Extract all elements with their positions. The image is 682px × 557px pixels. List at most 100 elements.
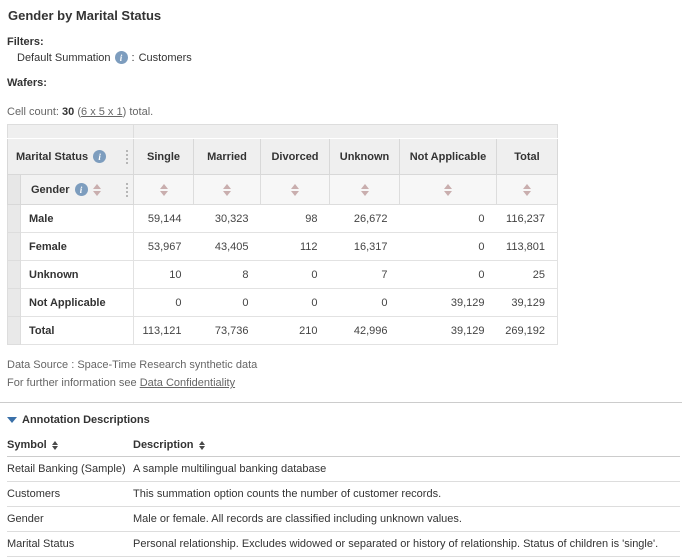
drag-handle-gender-icon[interactable] xyxy=(126,183,128,197)
data-cell: 73,736 xyxy=(194,317,261,345)
data-cell: 113,121 xyxy=(134,317,194,345)
row-gutter xyxy=(8,261,21,289)
column-header-row: Marital Status i SingleMarriedDivorcedUn… xyxy=(8,139,558,175)
annotation-symbol: Customers xyxy=(7,482,133,507)
table-row-female: Female53,96743,40511216,3170113,801 xyxy=(8,233,558,261)
info-icon-marital-status[interactable]: i xyxy=(93,150,106,163)
column-header-unknown[interactable]: Unknown xyxy=(330,139,400,175)
annotation-column-label-wrap: Description xyxy=(133,439,680,451)
annotations-table: SymbolDescription Retail Banking (Sample… xyxy=(7,435,680,557)
data-cell: 113,801 xyxy=(497,233,558,261)
column-header-total[interactable]: Total xyxy=(497,139,558,175)
info-icon-glyph: i xyxy=(120,53,123,63)
section-divider xyxy=(0,402,682,403)
annotation-descriptions-label: Annotation Descriptions xyxy=(22,414,150,426)
row-label: Female xyxy=(21,233,134,261)
data-cell: 8 xyxy=(194,261,261,289)
table-row-male: Male59,14430,3239826,6720116,237 xyxy=(8,205,558,233)
sort-arrows-icon[interactable] xyxy=(199,441,205,450)
data-cell: 42,996 xyxy=(330,317,400,345)
annotation-row: CustomersThis summation option counts th… xyxy=(7,482,680,507)
annotation-symbol: Marital Status xyxy=(7,532,133,557)
info-icon-glyph: i xyxy=(80,185,83,195)
data-cell: 0 xyxy=(134,289,194,317)
data-cell: 59,144 xyxy=(134,205,194,233)
sort-arrows-icon[interactable] xyxy=(444,184,452,196)
annotation-column-label: Description xyxy=(133,439,194,451)
data-cell: 53,967 xyxy=(134,233,194,261)
annotation-description: Personal relationship. Excludes widowed … xyxy=(133,532,680,557)
data-cell: 7 xyxy=(330,261,400,289)
sort-gender-icon[interactable] xyxy=(93,184,101,196)
data-confidentiality-link[interactable]: Data Confidentiality xyxy=(140,377,235,389)
filter-summation-value: Customers xyxy=(139,52,192,64)
annotation-symbol: Retail Banking (Sample) xyxy=(7,457,133,482)
filter-summation-name: Default Summation xyxy=(17,52,111,64)
data-cell: 0 xyxy=(261,261,330,289)
sort-column-divorced[interactable] xyxy=(261,175,330,205)
wafers-label: Wafers: xyxy=(7,77,682,89)
info-icon-glyph: i xyxy=(98,152,101,162)
data-cell: 16,317 xyxy=(330,233,400,261)
further-info-line: For further information see Data Confide… xyxy=(7,377,682,389)
data-cell: 39,129 xyxy=(400,289,497,317)
annotation-description: This summation option counts the number … xyxy=(133,482,680,507)
sort-column-married[interactable] xyxy=(194,175,261,205)
row-gutter-header xyxy=(8,175,21,205)
sort-column-single[interactable] xyxy=(134,175,194,205)
annotation-row: Marital StatusPersonal relationship. Exc… xyxy=(7,532,680,557)
row-gutter xyxy=(8,205,21,233)
data-cell: 30,323 xyxy=(194,205,261,233)
table-row-not-applicable: Not Applicable000039,12939,129 xyxy=(8,289,558,317)
drag-handle-marital-status-icon[interactable] xyxy=(126,150,128,164)
data-cell: 0 xyxy=(261,289,330,317)
row-gutter xyxy=(8,317,21,345)
row-dimension-label: Gender xyxy=(31,184,70,196)
annotation-column-symbol[interactable]: Symbol xyxy=(7,435,133,457)
sort-arrows-icon[interactable] xyxy=(223,184,231,196)
column-header-married[interactable]: Married xyxy=(194,139,261,175)
sort-arrows-icon[interactable] xyxy=(291,184,299,196)
cell-count-value: 30 xyxy=(62,106,74,118)
data-cell: 210 xyxy=(261,317,330,345)
data-cell: 98 xyxy=(261,205,330,233)
data-cell: 0 xyxy=(400,233,497,261)
row-gutter xyxy=(8,233,21,261)
data-cell: 0 xyxy=(330,289,400,317)
sort-column-total[interactable] xyxy=(497,175,558,205)
cell-count-link[interactable]: 6 x 5 x 1 xyxy=(81,106,123,118)
row-label: Male xyxy=(21,205,134,233)
annotation-column-description[interactable]: Description xyxy=(133,435,680,457)
collapse-triangle-icon xyxy=(7,417,17,423)
cell-count-parens: (6 x 5 x 1) xyxy=(77,106,126,118)
row-gutter xyxy=(8,289,21,317)
sort-arrows-icon[interactable] xyxy=(160,184,168,196)
data-cell: 39,129 xyxy=(400,317,497,345)
column-dimension-header[interactable]: Marital Status i xyxy=(8,139,134,175)
info-icon-gender[interactable]: i xyxy=(75,183,88,196)
table-top-strip-row xyxy=(8,125,558,139)
table-corner-strip xyxy=(8,125,134,139)
column-dimension-label: Marital Status xyxy=(16,151,88,163)
data-cell: 25 xyxy=(497,261,558,289)
sort-arrows-icon[interactable] xyxy=(361,184,369,196)
row-dimension-header[interactable]: Gender i xyxy=(21,175,134,205)
table-column-strip xyxy=(134,125,558,139)
filter-line: Default Summation i : Customers xyxy=(17,51,682,64)
sort-arrows-icon[interactable] xyxy=(52,441,58,450)
sort-arrows-icon[interactable] xyxy=(523,184,531,196)
cell-count-suffix: total. xyxy=(129,106,153,118)
annotation-descriptions-toggle[interactable]: Annotation Descriptions xyxy=(7,414,682,426)
info-icon-default-summation[interactable]: i xyxy=(115,51,128,64)
column-header-single[interactable]: Single xyxy=(134,139,194,175)
sort-column-not-applicable[interactable] xyxy=(400,175,497,205)
data-cell: 116,237 xyxy=(497,205,558,233)
sort-row: Gender i xyxy=(8,175,558,205)
crosstab-table: Marital Status i SingleMarriedDivorcedUn… xyxy=(7,124,558,345)
sort-column-unknown[interactable] xyxy=(330,175,400,205)
data-cell: 43,405 xyxy=(194,233,261,261)
data-source-line: Data Source : Space-Time Research synthe… xyxy=(7,359,682,371)
column-header-not-applicable[interactable]: Not Applicable xyxy=(400,139,497,175)
filter-separator: : xyxy=(132,52,135,64)
column-header-divorced[interactable]: Divorced xyxy=(261,139,330,175)
